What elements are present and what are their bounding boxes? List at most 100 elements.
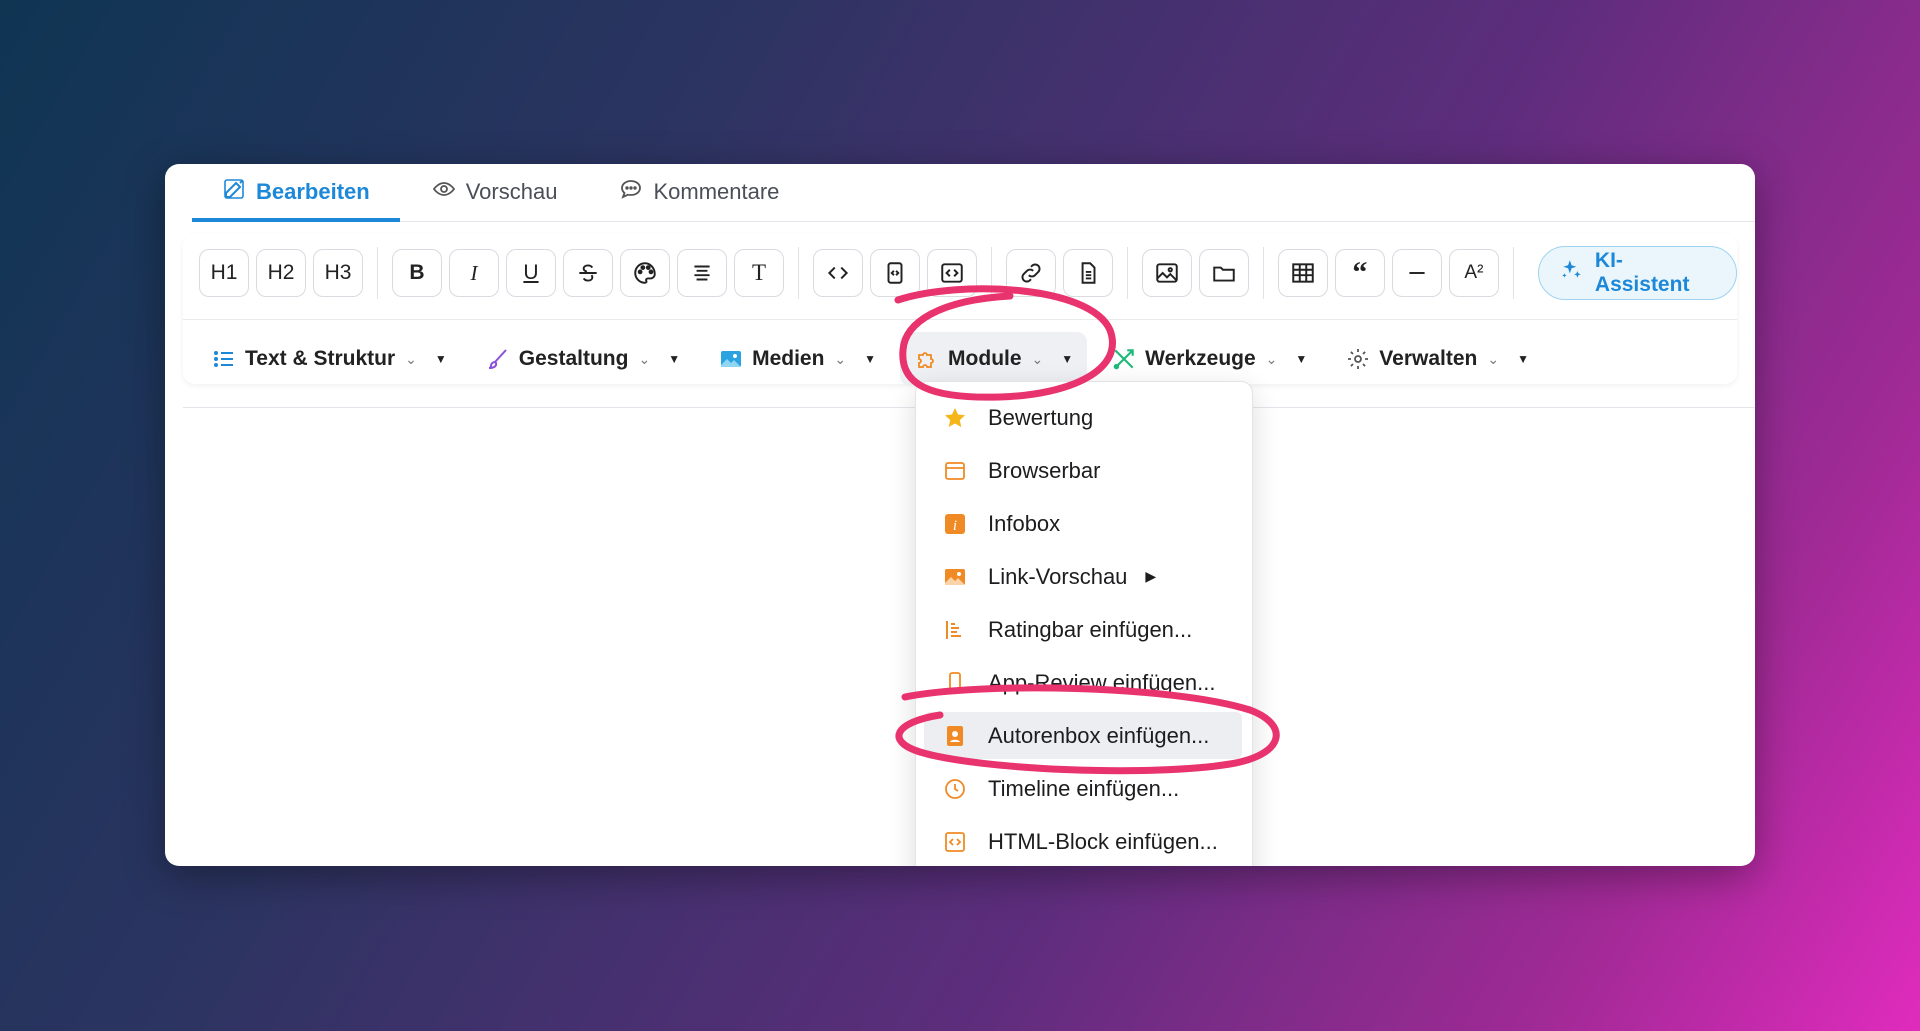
divider [990, 247, 992, 299]
chevron-down-icon: ⌄ [638, 350, 651, 367]
comment-icon [619, 177, 643, 207]
dropdown-item-bewertung[interactable]: Bewertung [924, 394, 1242, 441]
folder-icon [1213, 266, 1235, 282]
h2-button[interactable]: H2 [256, 249, 306, 297]
menu-label: Medien [752, 347, 825, 370]
tab-bar: Bearbeiten Vorschau Kommentare [192, 164, 1755, 222]
document-button[interactable] [1062, 249, 1113, 297]
svg-text:i: i [953, 518, 957, 534]
menu-werkzeuge[interactable]: Werkzeuge ⌄ ▼ [1097, 332, 1321, 386]
h3-button[interactable]: H3 [313, 249, 363, 297]
ki-assistant-label: KI-Assistent [1594, 249, 1690, 296]
horizontal-rule-icon [1409, 272, 1425, 274]
menu-gestaltung[interactable]: Gestaltung ⌄ ▼ [471, 332, 694, 386]
caret-down-icon: ▼ [1517, 352, 1529, 366]
picture-icon [942, 564, 968, 590]
dropdown-item-ratingbar[interactable]: Ratingbar einfügen... [924, 606, 1242, 653]
image-icon [718, 346, 744, 372]
bars-icon [942, 617, 968, 643]
dropdown-item-label: HTML-Block einfügen... [988, 828, 1218, 854]
caret-down-icon: ▼ [1295, 352, 1308, 366]
ki-assistant-button[interactable]: KI-Assistent [1537, 246, 1737, 300]
strikethrough-button[interactable] [562, 249, 613, 297]
link-button[interactable] [1005, 249, 1056, 297]
code-block-button[interactable] [926, 249, 977, 297]
image-button[interactable] [1141, 249, 1192, 297]
menu-medien[interactable]: Medien ⌄ ▼ [704, 332, 890, 386]
link-icon [1021, 263, 1041, 283]
divider [377, 247, 378, 299]
align-center-icon [694, 265, 710, 281]
dropdown-item-browserbar[interactable]: Browserbar [924, 447, 1242, 494]
code-icon [942, 829, 968, 855]
code-file-icon [887, 262, 903, 284]
dropdown-item-autorenbox[interactable]: Autorenbox einfügen... [924, 712, 1242, 759]
menu-label: Verwalten [1379, 347, 1478, 370]
caret-down-icon: ▼ [434, 352, 447, 366]
inline-code-button[interactable] [812, 249, 863, 297]
menu-verwalten[interactable]: Verwalten ⌄ ▼ [1331, 332, 1543, 386]
info-icon: i [942, 511, 968, 537]
chevron-down-icon: ⌄ [834, 350, 847, 367]
divider [1126, 247, 1128, 299]
menu-module[interactable]: Module ⌄ ▼ [900, 332, 1088, 386]
chevron-down-icon: ⌄ [405, 350, 417, 367]
tab-vorschau[interactable]: Vorschau [402, 164, 588, 220]
horizontal-rule-button[interactable] [1391, 249, 1442, 297]
dropdown-item-timeline[interactable]: Timeline einfügen... [924, 765, 1242, 812]
dropdown-item-infobox[interactable]: i Infobox [924, 500, 1242, 547]
eye-icon [432, 177, 456, 207]
table-button[interactable] [1277, 249, 1328, 297]
tools-icon [1111, 346, 1137, 372]
browser-icon [942, 458, 968, 484]
tab-label: Bearbeiten [256, 179, 370, 204]
underline-button[interactable]: U [505, 249, 556, 297]
brush-icon [485, 346, 511, 372]
quote-icon: “ [1352, 256, 1368, 289]
dropdown-item-label: Browserbar [988, 457, 1101, 483]
tab-label: Vorschau [465, 179, 558, 204]
color-button[interactable] [619, 249, 670, 297]
code-icon [827, 266, 849, 280]
star-icon [942, 405, 968, 431]
quote-button[interactable]: “ [1334, 249, 1385, 297]
background: Bearbeiten Vorschau Kommentare H1 H2 H3 … [0, 0, 1920, 1031]
code-file-button[interactable] [869, 249, 920, 297]
list-icon [211, 346, 237, 372]
palette-icon [634, 262, 656, 284]
submenu-arrow-icon: ▶ [1145, 568, 1157, 584]
toolbar-row-menus: Text & Struktur ⌄ ▼ Gestaltung ⌄ ▼ Medie… [197, 329, 1553, 389]
chevron-down-icon: ⌄ [1487, 350, 1500, 367]
dropdown-item-label: Ratingbar einfügen... [988, 616, 1193, 642]
toolbar-divider [183, 319, 1737, 320]
edit-icon [222, 177, 246, 207]
folder-button[interactable] [1198, 249, 1249, 297]
bold-button[interactable]: B [391, 249, 442, 297]
dropdown-item-link-vorschau[interactable]: Link-Vorschau ▶ [924, 553, 1242, 600]
h1-button[interactable]: H1 [199, 249, 249, 297]
sparkle-icon [1559, 257, 1585, 289]
caret-down-icon: ▼ [864, 352, 877, 366]
italic-button[interactable]: I [448, 249, 499, 297]
author-icon [942, 723, 968, 749]
dropdown-item-app-review[interactable]: App-Review einfügen... [924, 659, 1242, 706]
menu-text-struktur[interactable]: Text & Struktur ⌄ ▼ [197, 332, 461, 386]
chevron-down-icon: ⌄ [1031, 350, 1044, 367]
code-block-icon [941, 263, 963, 283]
gear-icon [1345, 346, 1371, 372]
superscript-button[interactable]: A² [1448, 249, 1499, 297]
align-button[interactable] [676, 249, 727, 297]
puzzle-icon [914, 346, 940, 372]
menu-label: Module [948, 347, 1022, 370]
dropdown-item-label: Infobox [988, 510, 1061, 536]
dropdown-item-label: Autorenbox einfügen... [988, 722, 1210, 748]
tab-bearbeiten[interactable]: Bearbeiten [192, 164, 400, 222]
caret-down-icon: ▼ [1061, 352, 1074, 366]
editor-toolbar: H1 H2 H3 B I U T “ A² KI-Assistent Text … [183, 234, 1737, 386]
divider [797, 247, 799, 299]
dropdown-item-html-block[interactable]: HTML-Block einfügen... [924, 818, 1242, 865]
document-icon [1081, 262, 1096, 284]
dropdown-item-label: Link-Vorschau [988, 563, 1128, 589]
text-format-button[interactable]: T [733, 249, 784, 297]
tab-kommentare[interactable]: Kommentare [589, 164, 809, 220]
